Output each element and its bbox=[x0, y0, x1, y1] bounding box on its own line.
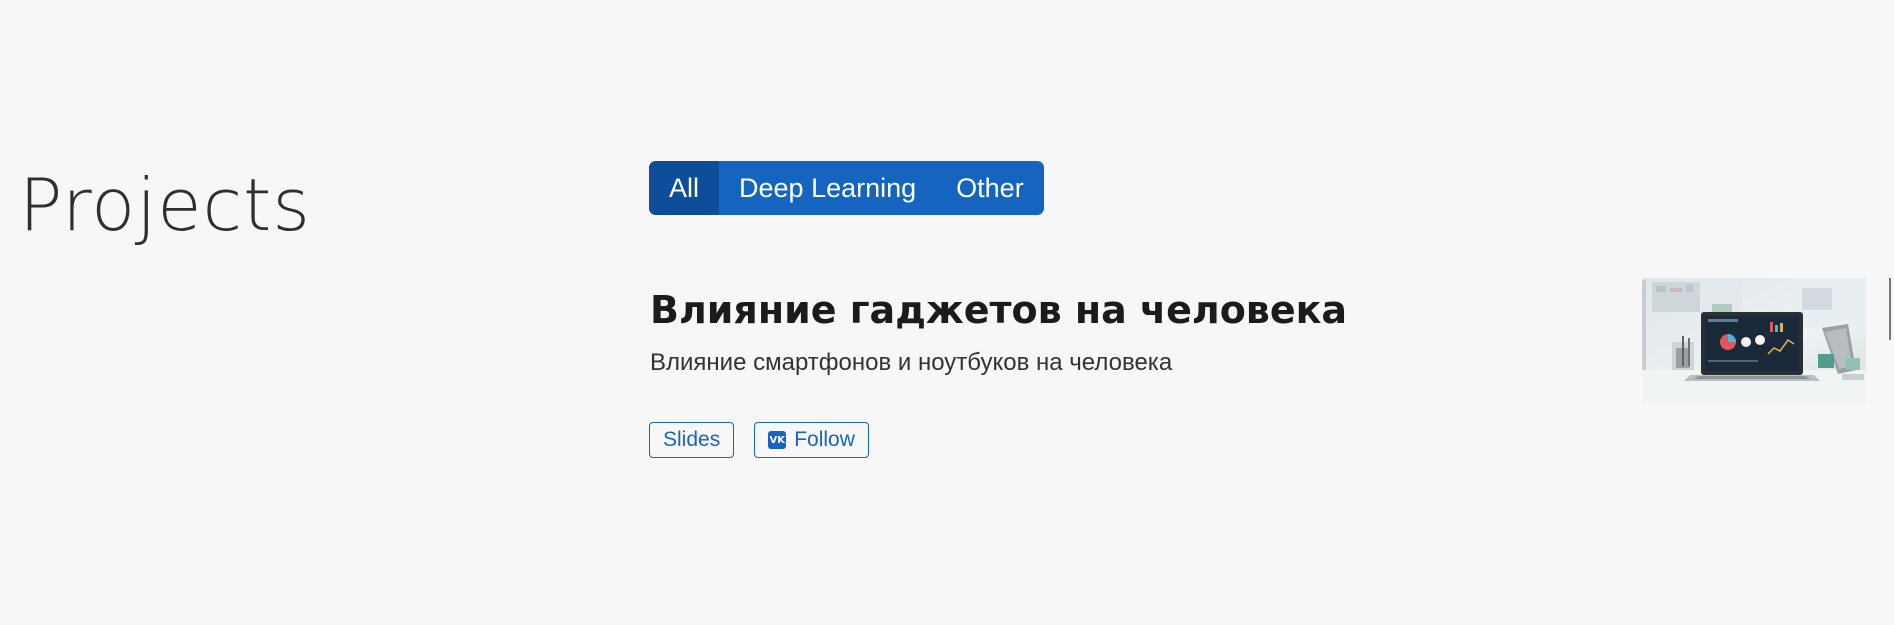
follow-button[interactable]: VK Follow bbox=[754, 422, 869, 458]
section-title: Projects bbox=[19, 163, 311, 247]
follow-label: Follow bbox=[794, 428, 855, 451]
filter-all-button[interactable]: All bbox=[649, 161, 720, 215]
filter-deep-learning-button[interactable]: Deep Learning bbox=[719, 161, 937, 215]
scroll-indicator bbox=[1889, 278, 1891, 340]
laptop-dashboard-image bbox=[1642, 278, 1866, 403]
projects-section: Projects All Deep Learning Other Влияние… bbox=[0, 0, 1894, 625]
filter-other-button[interactable]: Other bbox=[936, 161, 1044, 215]
slides-label: Slides bbox=[663, 428, 721, 451]
project-filter-group: All Deep Learning Other bbox=[649, 161, 1044, 215]
slides-button[interactable]: Slides bbox=[649, 422, 735, 458]
vk-icon: VK bbox=[768, 431, 787, 449]
project-summary: Влияние смартфонов и ноутбуков на челове… bbox=[650, 349, 1173, 376]
project-links: Slides VK Follow bbox=[649, 422, 889, 458]
project-thumbnail[interactable] bbox=[1642, 278, 1866, 403]
project-title[interactable]: Влияние гаджетов на человека bbox=[650, 284, 1347, 336]
